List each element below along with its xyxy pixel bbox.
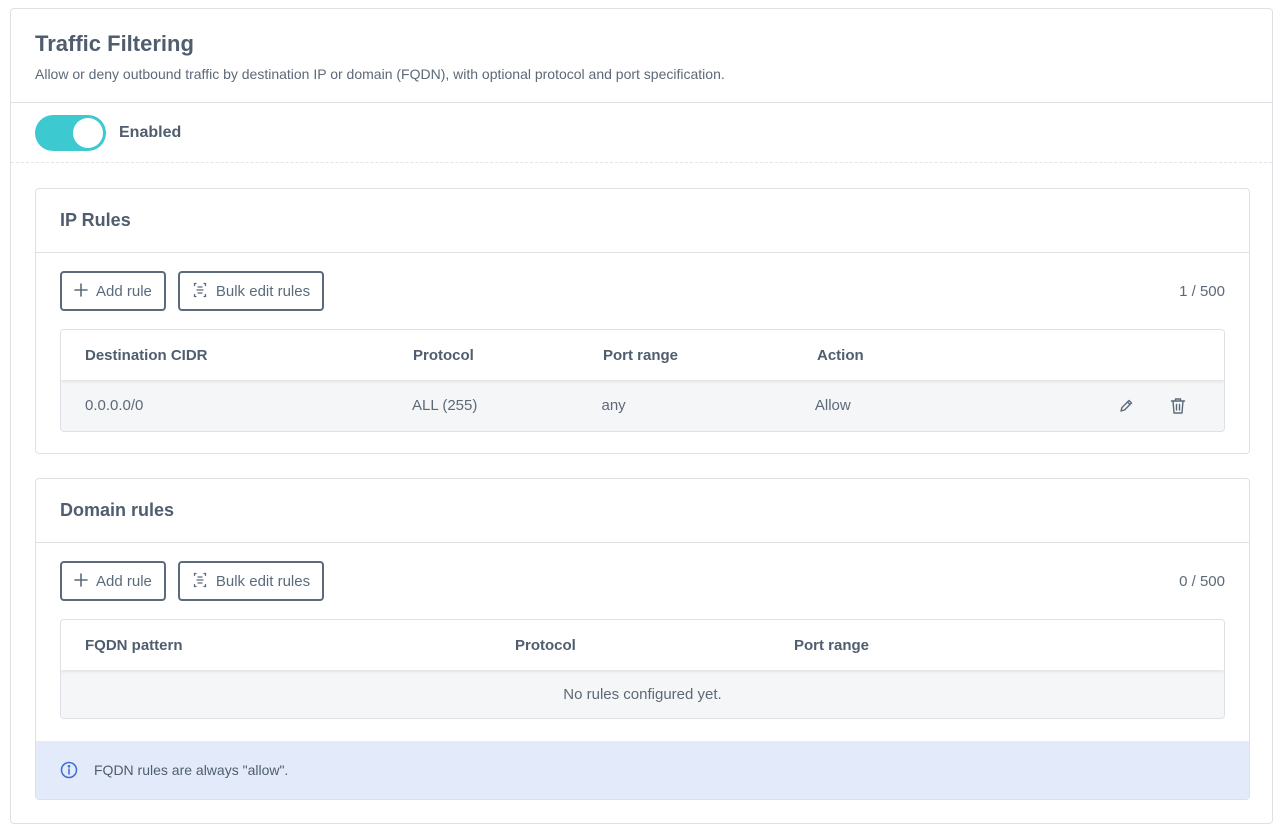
bulk-edit-icon: [192, 572, 208, 591]
cell-port-range: any: [601, 397, 626, 414]
ip-rules-count: 1 / 500: [1179, 282, 1225, 300]
column-header-protocol: Protocol: [515, 636, 576, 654]
card-header: Traffic Filtering Allow or deny outbound…: [11, 9, 1272, 103]
table-row: 0.0.0.0/0 ALL (255) any Allow: [61, 380, 1224, 431]
row-actions: [1114, 394, 1224, 418]
ip-rules-title: IP Rules: [36, 189, 1249, 253]
column-header-port-range: Port range: [794, 636, 870, 654]
ip-rules-toolbar: Add rule Bulk edit rules 1 / 500: [36, 253, 1249, 329]
domain-rules-table: FQDN pattern Protocol Port range No rule…: [60, 619, 1225, 719]
column-header-port-range: Port range: [603, 346, 679, 364]
column-header-protocol: Protocol: [413, 346, 474, 364]
enabled-toggle-row: Enabled: [11, 103, 1272, 163]
domain-rules-count: 0 / 500: [1179, 572, 1225, 590]
toggle-knob: [73, 117, 103, 148]
page-subtitle: Allow or deny outbound traffic by destin…: [35, 66, 725, 82]
plus-icon: [74, 572, 88, 590]
enabled-toggle[interactable]: [35, 114, 106, 151]
domain-rules-title: Domain rules: [36, 479, 1249, 543]
pencil-icon[interactable]: [1114, 394, 1138, 418]
domain-bulk-edit-button[interactable]: Bulk edit rules: [177, 561, 325, 601]
toggle-label: Enabled: [119, 123, 182, 141]
ip-add-rule-label: Add rule: [96, 282, 152, 300]
trash-icon[interactable]: [1166, 394, 1190, 418]
domain-add-rule-label: Add rule: [96, 572, 152, 590]
cell-protocol: ALL (255): [412, 397, 478, 414]
cell-cidr: 0.0.0.0/0: [85, 397, 144, 414]
column-header-fqdn-pattern: FQDN pattern: [85, 636, 183, 654]
ip-rules-header-row: Destination CIDR Protocol Port range Act…: [61, 330, 1224, 380]
domain-add-rule-button[interactable]: Add rule: [60, 561, 166, 601]
ip-bulk-edit-label: Bulk edit rules: [215, 282, 311, 300]
ip-rules-table: Destination CIDR Protocol Port range Act…: [60, 329, 1225, 432]
domain-bulk-edit-label: Bulk edit rules: [215, 572, 311, 590]
info-icon: [60, 761, 78, 779]
ip-bulk-edit-button[interactable]: Bulk edit rules: [177, 271, 325, 311]
plus-icon: [74, 282, 88, 300]
page-title: Traffic Filtering: [35, 31, 194, 56]
traffic-filtering-card: Traffic Filtering Allow or deny outbound…: [10, 8, 1273, 824]
ip-add-rule-button[interactable]: Add rule: [60, 271, 166, 311]
bulk-edit-icon: [192, 282, 208, 301]
info-banner: FQDN rules are always "allow".: [36, 741, 1249, 799]
empty-state: No rules configured yet.: [61, 670, 1224, 718]
domain-rules-section: Domain rules Add rule Bulk edit rules 0 …: [35, 478, 1250, 800]
cell-action: Allow: [814, 397, 851, 414]
domain-rules-header-row: FQDN pattern Protocol Port range: [61, 620, 1224, 670]
ip-rules-section: IP Rules Add rule Bulk edit rules 1 / 50…: [35, 188, 1250, 454]
column-header-action: Action: [817, 346, 864, 364]
info-text: FQDN rules are always "allow".: [94, 762, 289, 778]
domain-rules-toolbar: Add rule Bulk edit rules 0 / 500: [36, 543, 1249, 619]
column-header-destination-cidr: Destination CIDR: [85, 346, 208, 364]
